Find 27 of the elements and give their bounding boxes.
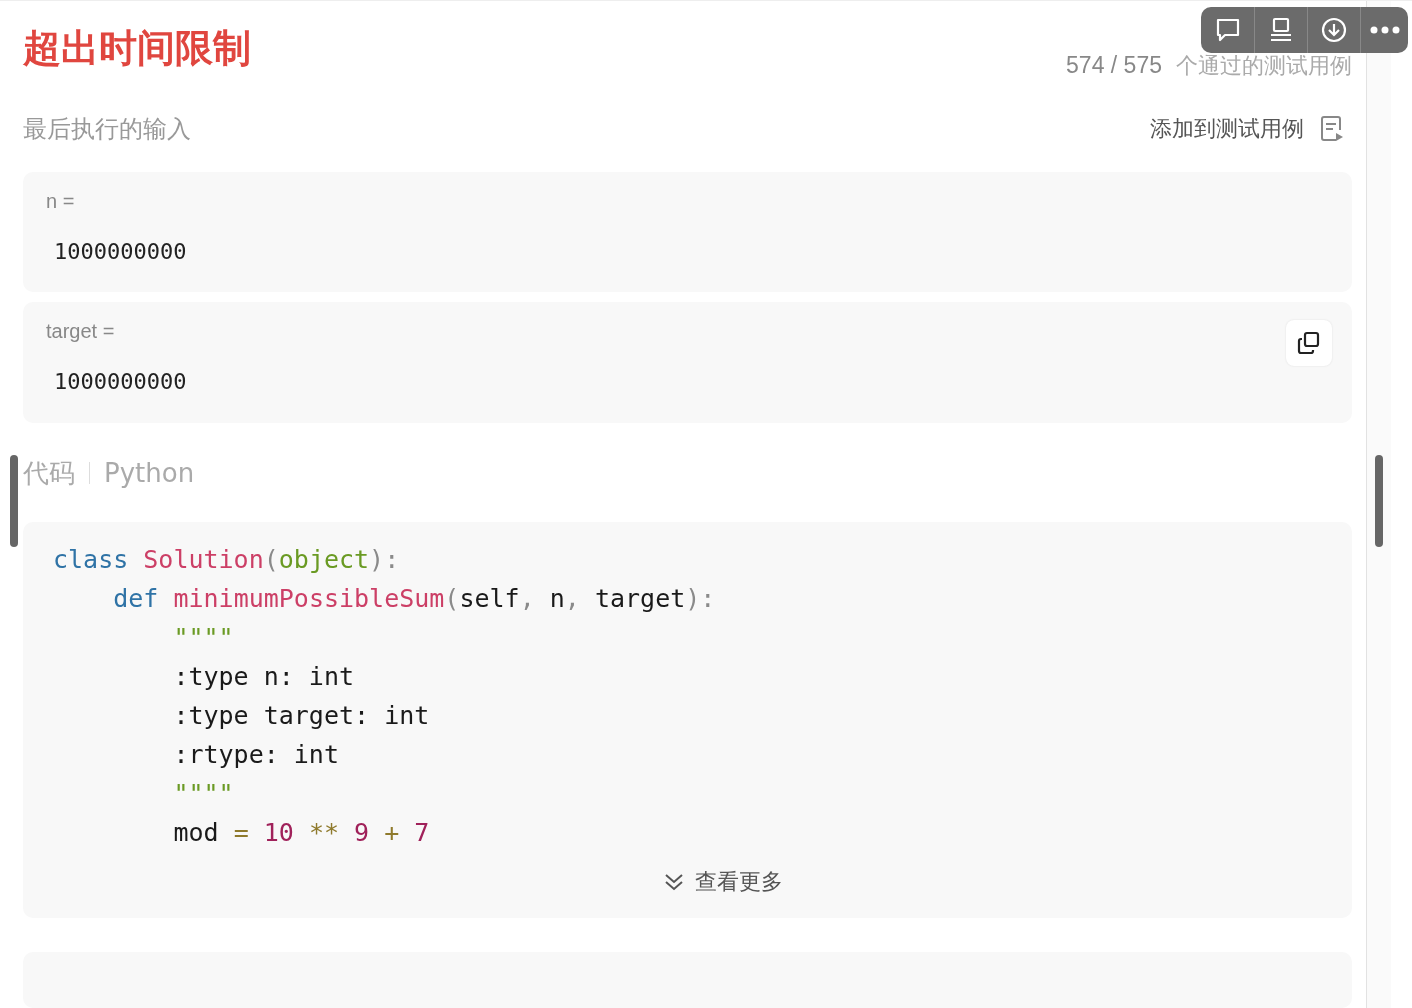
more-icon [1369, 26, 1400, 34]
param-value: 1000000000 [54, 369, 187, 395]
code-line: mod = 10 ** 9 + 7 [172, 816, 431, 849]
code-line: """" [172, 621, 235, 654]
code-line: :type target: int [172, 699, 431, 732]
code-line: :type n: int [172, 660, 356, 693]
language-label: Python [104, 458, 195, 489]
add-testcase-button[interactable]: 添加到测试用例 [1150, 114, 1352, 145]
show-more-button[interactable]: 查看更多 [656, 865, 789, 898]
param-name: n = [46, 189, 75, 213]
resize-handle[interactable] [10, 455, 18, 547]
code-line: """" [172, 777, 235, 810]
copy-button[interactable] [1286, 320, 1332, 367]
passed-count: 574 / 575 [1066, 52, 1162, 80]
param-value: 1000000000 [54, 238, 187, 264]
param-name: target = [46, 320, 115, 344]
section-title: 最后执行的输入 [23, 114, 191, 146]
result-title: 超出时间限制 [23, 25, 251, 73]
code-title: 代码 [23, 456, 75, 490]
download-icon [1320, 16, 1348, 44]
code-line: :rtype: int [172, 738, 340, 771]
code-line: def minimumPossibleSum(self, n, target): [112, 582, 717, 615]
scrollbar-thumb[interactable] [1375, 455, 1383, 547]
add-testcase-icon [1320, 115, 1344, 144]
code-line: class Solution(object): [53, 543, 401, 576]
passed-label: 个通过的测试用例 [1176, 51, 1352, 80]
copy-icon [1296, 330, 1322, 357]
